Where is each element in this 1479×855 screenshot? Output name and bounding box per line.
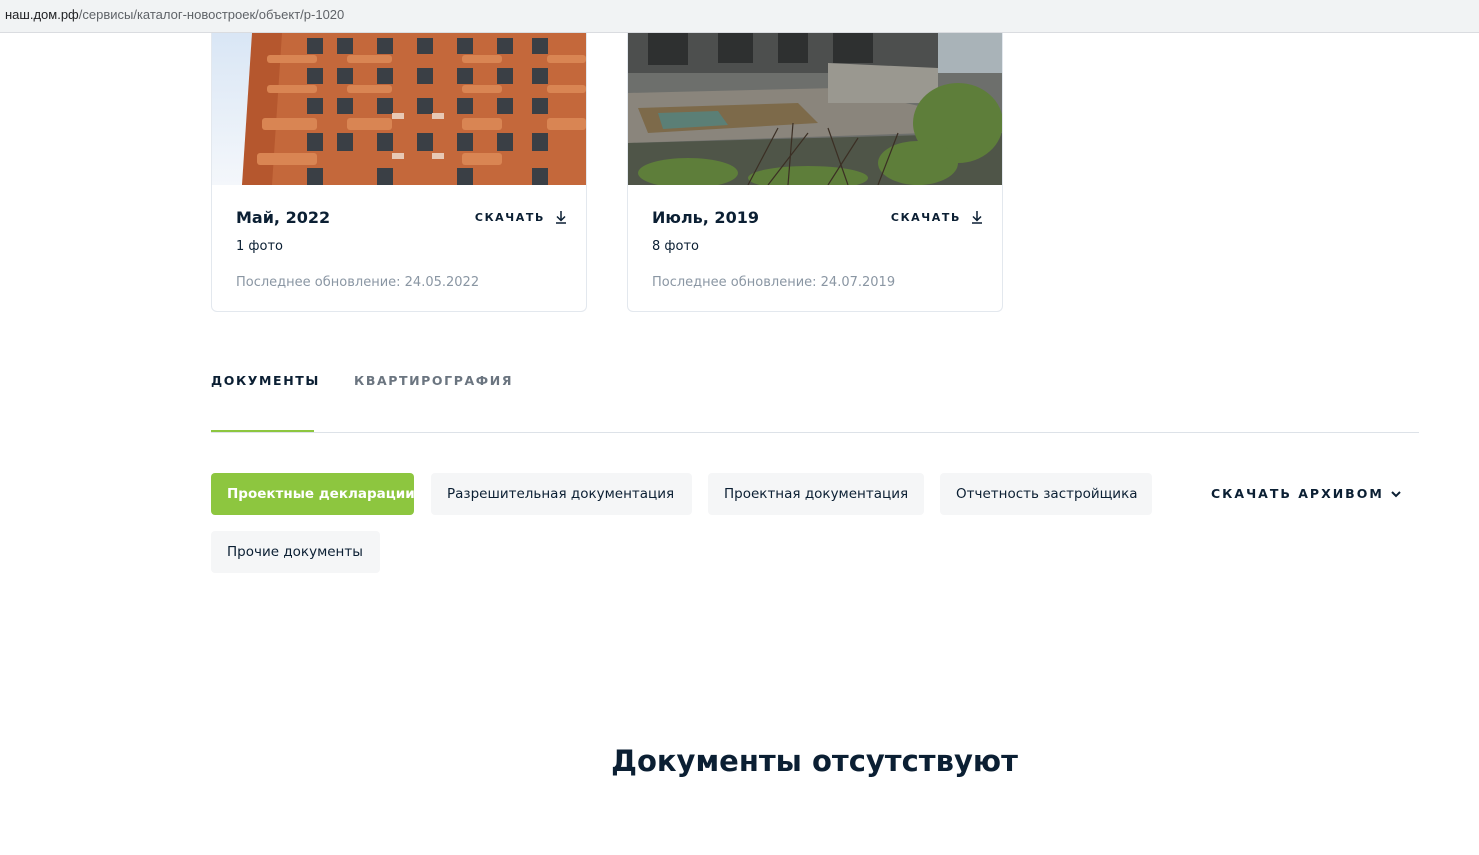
tab-apartments[interactable]: КВАРТИРОГРАФИЯ xyxy=(354,373,513,388)
filter-developer-reports[interactable]: Отчетность застройщика xyxy=(940,473,1152,515)
filter-permit-documentation[interactable]: Разрешительная документация xyxy=(431,473,692,515)
download-archive-label: СКАЧАТЬ АРХИВОМ xyxy=(1211,486,1384,501)
card-download-button[interactable]: СКАЧАТЬ xyxy=(891,210,983,224)
card-download-button[interactable]: СКАЧАТЬ xyxy=(475,210,567,224)
card-title: Июль, 2019 xyxy=(652,208,759,227)
download-icon xyxy=(971,210,983,224)
construction-photo-image xyxy=(628,33,1002,185)
tab-documents[interactable]: ДОКУМЕНТЫ xyxy=(211,373,320,388)
url-host: наш.дом.рф xyxy=(5,7,79,22)
filter-other-documents[interactable]: Прочие документы xyxy=(211,531,380,573)
photo-card-july-2019[interactable]: Июль, 2019 СКАЧАТЬ 8 фото Последнее обно… xyxy=(627,33,1003,312)
active-tab-indicator xyxy=(211,430,314,432)
section-tabs: ДОКУМЕНТЫ КВАРТИРОГРАФИЯ xyxy=(211,360,1419,433)
url-path: /сервисы/каталог-новостроек/объект/р-102… xyxy=(78,7,345,22)
download-label: СКАЧАТЬ xyxy=(890,210,961,224)
download-icon xyxy=(555,210,567,224)
last-update: Последнее обновление: 24.05.2022 xyxy=(236,275,480,290)
construction-photo[interactable] xyxy=(628,33,1002,185)
filter-project-declarations[interactable]: Проектные декларации xyxy=(211,473,415,515)
download-label: СКАЧАТЬ xyxy=(474,210,545,224)
empty-state-message: Документы отсутствуют xyxy=(611,744,1018,778)
building-photo-image xyxy=(212,33,586,185)
building-photo[interactable] xyxy=(212,33,586,185)
card-title: Май, 2022 xyxy=(236,208,331,227)
photo-count: 8 фото xyxy=(652,239,699,254)
download-archive-button[interactable]: СКАЧАТЬ АРХИВОМ xyxy=(1211,486,1401,501)
filter-project-documentation[interactable]: Проектная документация xyxy=(708,473,924,515)
photo-count: 1 фото xyxy=(236,239,283,254)
address-bar[interactable]: наш.дом.рф/сервисы/каталог-новостроек/об… xyxy=(0,0,1479,33)
chevron-down-icon xyxy=(1390,488,1402,500)
photo-card-may-2022[interactable]: Май, 2022 СКАЧАТЬ 1 фото Последнее обнов… xyxy=(211,33,587,312)
last-update: Последнее обновление: 24.07.2019 xyxy=(652,275,896,290)
